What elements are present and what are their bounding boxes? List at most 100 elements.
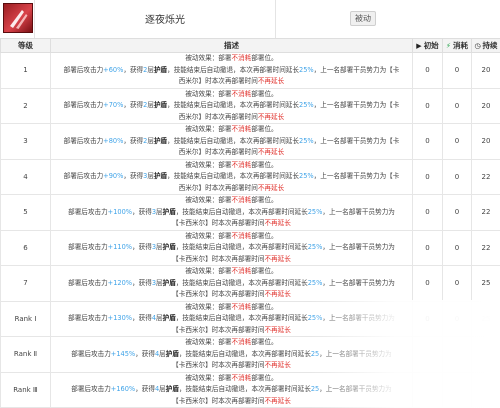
duration-cell: 22 [471,194,500,231]
duration-cell: 22 [471,158,500,195]
desc-text: ，上一名部署干员势力为 [322,278,395,287]
duration-cell [471,336,500,373]
desc-text: 部署后攻击力 [71,385,111,393]
init-cell: 0 [412,300,443,337]
duration-cell: 20 [471,87,500,124]
table-header-row: 等级 描述 ▶ 初始 ⚡ 消耗 ◷ 持续 [0,38,500,53]
level-cell: 3 [0,123,51,160]
desc-text: 部署位。 [251,267,278,275]
desc-text: 部署位。 [251,231,278,240]
shield-text: 护盾 [153,65,168,74]
not-extend-text: 不再延长 [264,290,291,298]
desc-text: 部署位。 [251,373,278,382]
desc-text: 层 [147,172,154,180]
not-cost-text: 不消耗 [231,160,252,169]
cost-cell: 0 [442,300,472,337]
skill-level-table: 等级 描述 ▶ 初始 ⚡ 消耗 ◷ 持续 1 被动效果：部署不消耗部署位。 部署后攻击力+… [0,38,500,408]
desc-text: 层 [147,136,154,145]
shield-text: 护盾 [162,243,176,251]
init-cell [412,336,443,373]
extend-percent: 25% [307,243,323,251]
level-cell: 1 [0,52,51,89]
desc-text: 【卡西米尔】时本次再部署时间 [172,361,265,369]
desc-text: ，获得 [135,385,155,393]
extend-percent: 25% [307,314,323,322]
desc-text: 【卡西米尔】时本次再部署时间 [172,290,265,298]
not-cost-text: 不消耗 [231,231,252,240]
cost-cell: 0 [442,158,472,195]
init-cell: 0 [412,87,443,124]
duration-cell: 20 [471,52,500,89]
atk-bonus: +60% [103,65,124,74]
extend-percent: 25% [299,101,314,109]
desc-text: 层 [156,243,163,251]
desc-text: 【卡西米尔】时本次再部署时间 [172,325,265,334]
desc-text: 部署后攻击力 [68,243,108,251]
duration-cell [471,371,500,408]
desc-text: 层 [159,349,166,358]
not-extend-text: 不再延长 [264,396,291,405]
init-cell [412,371,443,408]
description-cell: 被动效果：部署不消耗部署位。 部署后攻击力+70%，获得2层护盾，技能结束后自动撤… [50,87,413,124]
desc-text: 部署位。 [251,160,278,169]
desc-text: 部署后攻击力 [63,65,104,74]
desc-text: ，技能结束后自动撤退，本次再部署时间延长 [175,278,308,287]
cost-cell: 0 [442,123,472,160]
cost-cell [442,336,472,373]
cost-cell: 0 [442,87,472,124]
table-row: Rank Ⅲ 被动效果：部署不消耗部署位。 部署后攻击力+160%，获得4层护盾，技… [0,371,500,408]
table-row: Rank Ⅰ 被动效果：部署不消耗部署位。 部署后攻击力+130%，获得4层护盾，技… [0,300,500,337]
init-cell: 0 [412,123,443,160]
desc-text: ，技能结束后自动撤退，本次再部署时间延长 [167,101,299,109]
desc-text: 部署后攻击力 [71,349,111,358]
shield-text: 护盾 [162,207,176,216]
desc-text: 层 [159,385,166,393]
desc-text: ，上一名部署干员势力为 [322,314,395,322]
desc-text: ，上一名部署干员势力为 [322,243,395,251]
not-extend-text: 不再延长 [264,219,291,227]
table-row: Rank Ⅱ 被动效果：部署不消耗部署位。 部署后攻击力+145%，获得4层护盾，技… [0,336,500,373]
init-cell: 0 [412,158,443,195]
desc-text: ，获得 [132,278,152,287]
desc-text: 被动效果：部署 [185,89,232,98]
desc-text: 被动效果：部署 [185,338,232,346]
desc-text: 部署位。 [251,125,278,133]
header-desc: 描述 [50,38,413,53]
duration-cell: 25 [471,265,500,302]
desc-text: 被动效果：部署 [185,160,232,169]
description-cell: 被动效果：部署不消耗部署位。 部署后攻击力+130%，获得4层护盾，技能结束后自动… [50,300,413,337]
shield-text: 护盾 [162,314,176,322]
duration-cell: 20 [471,123,500,160]
desc-text: 层 [147,101,154,109]
desc-text: 被动效果：部署 [185,302,232,311]
extend-percent: 25 [310,385,320,393]
desc-text: 部署位。 [251,54,278,62]
shield-text: 护盾 [165,385,179,393]
extend-percent: 25 [310,349,320,358]
not-cost-text: 不消耗 [231,338,252,346]
header-init: ▶ 初始 [412,38,443,53]
duration-cell: 22 [471,229,500,266]
desc-text: 部署位。 [251,338,278,346]
description-cell: 被动效果：部署不消耗部署位。 部署后攻击力+110%，获得3层护盾，技能结束后自动… [50,229,413,266]
skill-type-badge: 被动 [350,11,376,26]
desc-text: ，技能结束后自动撤退，本次再部署时间延长 [167,65,299,74]
cost-cell: 0 [442,265,472,302]
desc-text: 层 [147,65,154,74]
table-row: 1 被动效果：部署不消耗部署位。 部署后攻击力+60%，获得2层护盾，技能结束后自动… [0,52,500,89]
desc-text: ，上一名部署干员势力为 [319,349,392,358]
not-extend-text: 不再延长 [264,325,291,334]
description-cell: 被动效果：部署不消耗部署位。 部署后攻击力+90%，获得3层护盾，技能结束后自动撤… [50,158,413,195]
divider [34,0,35,38]
desc-text: 西米尔】时本次再部署时间 [178,112,258,121]
desc-text: 【卡西米尔】时本次再部署时间 [172,396,265,405]
extend-percent: 25% [299,172,314,180]
desc-text: 层 [156,314,163,322]
not-cost-text: 不消耗 [231,125,252,133]
level-cell: 2 [0,87,51,124]
play-icon: ▶ [416,42,422,50]
desc-text: ，上一名部署干员势力为【卡 [313,65,400,74]
level-cell: 4 [0,158,51,195]
cost-cell: 0 [442,52,472,89]
description-cell: 被动效果：部署不消耗部署位。 部署后攻击力+80%，获得2层护盾，技能结束后自动撤… [50,123,413,160]
